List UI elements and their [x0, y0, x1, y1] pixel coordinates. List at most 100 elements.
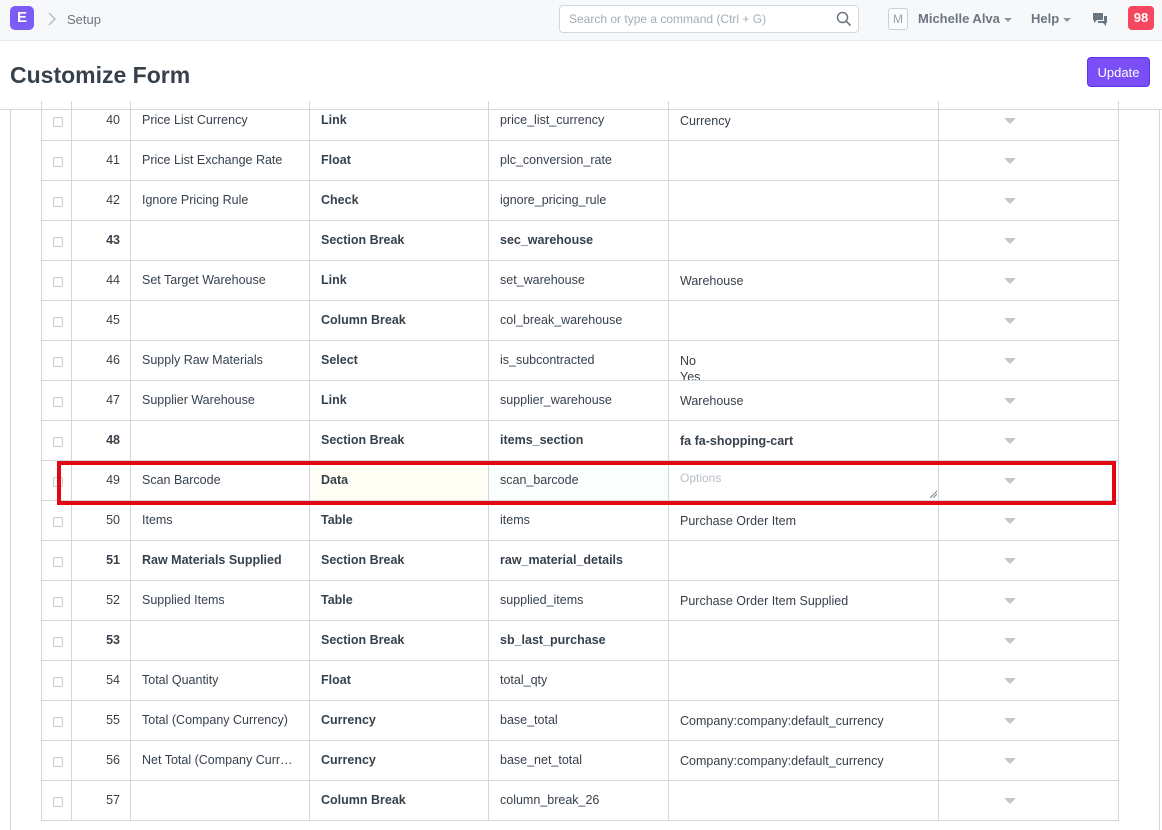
row-select-cell[interactable]: [42, 301, 72, 340]
row-select-cell[interactable]: [42, 621, 72, 660]
field-name[interactable]: sb_last_purchase: [489, 621, 669, 660]
row-actions[interactable]: [939, 461, 1118, 500]
row-checkbox[interactable]: [53, 477, 63, 487]
chevron-down-icon[interactable]: [1004, 558, 1016, 564]
field-type[interactable]: Select: [310, 341, 489, 380]
chevron-down-icon[interactable]: [1004, 398, 1016, 404]
chevron-down-icon[interactable]: [1004, 438, 1016, 444]
row-select-cell[interactable]: [42, 421, 72, 460]
table-row[interactable]: 56 Net Total (Company Currency) Currency ba…: [41, 741, 1119, 781]
row-select-cell[interactable]: [42, 101, 72, 140]
update-button[interactable]: Update: [1087, 57, 1150, 87]
field-options[interactable]: [669, 141, 939, 180]
row-select-cell[interactable]: [42, 381, 72, 420]
field-label[interactable]: Price List Exchange Rate: [131, 141, 310, 180]
table-row[interactable]: 54 Total Quantity Float total_qty: [41, 661, 1119, 701]
field-options[interactable]: [669, 181, 939, 220]
row-checkbox[interactable]: [53, 117, 63, 127]
row-actions[interactable]: [939, 141, 1118, 180]
field-name[interactable]: base_total: [489, 701, 669, 740]
table-row[interactable]: 43 Section Break sec_warehouse: [41, 221, 1119, 261]
row-select-cell[interactable]: [42, 741, 72, 780]
table-row[interactable]: 41 Price List Exchange Rate Float plc_conve…: [41, 141, 1119, 181]
row-select-cell[interactable]: [42, 341, 72, 380]
row-actions[interactable]: [939, 221, 1118, 260]
row-checkbox[interactable]: [53, 557, 63, 567]
field-label[interactable]: [131, 421, 310, 460]
avatar[interactable]: M: [888, 8, 908, 30]
field-options[interactable]: fa fa-shopping-cart: [669, 421, 939, 460]
row-actions[interactable]: [939, 501, 1118, 540]
field-options[interactable]: [669, 661, 939, 700]
row-select-cell[interactable]: [42, 501, 72, 540]
chevron-down-icon[interactable]: [1004, 638, 1016, 644]
field-options[interactable]: [669, 621, 939, 660]
row-checkbox[interactable]: [53, 637, 63, 647]
row-checkbox[interactable]: [53, 357, 63, 367]
row-actions[interactable]: [939, 261, 1118, 300]
field-name[interactable]: supplier_warehouse: [489, 381, 669, 420]
field-name[interactable]: supplied_items: [489, 581, 669, 620]
field-label[interactable]: Supply Raw Materials: [131, 341, 310, 380]
field-options[interactable]: Purchase Order Item: [669, 501, 939, 540]
field-type[interactable]: Check: [310, 181, 489, 220]
user-menu[interactable]: Michelle Alva: [918, 11, 1012, 26]
row-select-cell[interactable]: [42, 581, 72, 620]
field-name[interactable]: col_break_warehouse: [489, 301, 669, 340]
chevron-down-icon[interactable]: [1004, 278, 1016, 284]
field-options[interactable]: Company:company:default_currency: [669, 701, 939, 740]
field-label[interactable]: Total Quantity: [131, 661, 310, 700]
help-menu[interactable]: Help: [1031, 11, 1072, 26]
row-select-cell[interactable]: [42, 541, 72, 580]
row-checkbox[interactable]: [53, 597, 63, 607]
row-checkbox[interactable]: [53, 757, 63, 767]
field-label[interactable]: [131, 621, 310, 660]
field-name[interactable]: column_break_26: [489, 781, 669, 820]
field-label[interactable]: Items: [131, 501, 310, 540]
row-actions[interactable]: [939, 781, 1118, 820]
field-label[interactable]: Set Target Warehouse: [131, 261, 310, 300]
table-row[interactable]: 44 Set Target Warehouse Link set_warehouse W…: [41, 261, 1119, 301]
row-actions[interactable]: [939, 581, 1118, 620]
field-type[interactable]: Column Break: [310, 781, 489, 820]
field-label[interactable]: [131, 301, 310, 340]
row-checkbox[interactable]: [53, 517, 63, 527]
table-row[interactable]: 52 Supplied Items Table supplied_items Purch…: [41, 581, 1119, 621]
table-row[interactable]: 50 Items Table items Purchase Order Item: [41, 501, 1119, 541]
field-type[interactable]: Link: [310, 381, 489, 420]
row-select-cell[interactable]: [42, 781, 72, 820]
table-row[interactable]: 45 Column Break col_break_warehouse: [41, 301, 1119, 341]
field-label[interactable]: [131, 221, 310, 260]
field-options[interactable]: Currency: [669, 101, 939, 140]
row-actions[interactable]: [939, 181, 1118, 220]
row-actions[interactable]: [939, 341, 1118, 380]
table-row[interactable]: 46 Supply Raw Materials Select is_subcontra…: [41, 341, 1119, 381]
chevron-down-icon[interactable]: [1004, 598, 1016, 604]
chevron-down-icon[interactable]: [1004, 718, 1016, 724]
row-actions[interactable]: [939, 381, 1118, 420]
field-type[interactable]: Section Break: [310, 221, 489, 260]
row-actions[interactable]: [939, 101, 1118, 140]
row-select-cell[interactable]: [42, 701, 72, 740]
field-name[interactable]: base_net_total: [489, 741, 669, 780]
chevron-down-icon[interactable]: [1004, 798, 1016, 804]
field-name[interactable]: price_list_currency: [489, 101, 669, 140]
field-type[interactable]: Data: [310, 461, 489, 500]
field-type[interactable]: Column Break: [310, 301, 489, 340]
row-actions[interactable]: [939, 621, 1118, 660]
chat-icon[interactable]: [1092, 12, 1108, 27]
row-checkbox[interactable]: [53, 437, 63, 447]
field-type[interactable]: Table: [310, 501, 489, 540]
row-checkbox[interactable]: [53, 717, 63, 727]
chevron-down-icon[interactable]: [1004, 198, 1016, 204]
field-name[interactable]: ignore_pricing_rule: [489, 181, 669, 220]
field-name[interactable]: set_warehouse: [489, 261, 669, 300]
row-select-cell[interactable]: [42, 261, 72, 300]
field-label[interactable]: Raw Materials Supplied: [131, 541, 310, 580]
search-icon[interactable]: [836, 11, 852, 27]
row-checkbox[interactable]: [53, 397, 63, 407]
chevron-down-icon[interactable]: [1004, 478, 1016, 484]
row-select-cell[interactable]: [42, 661, 72, 700]
field-options[interactable]: [669, 221, 939, 260]
field-options[interactable]: Warehouse: [669, 261, 939, 300]
